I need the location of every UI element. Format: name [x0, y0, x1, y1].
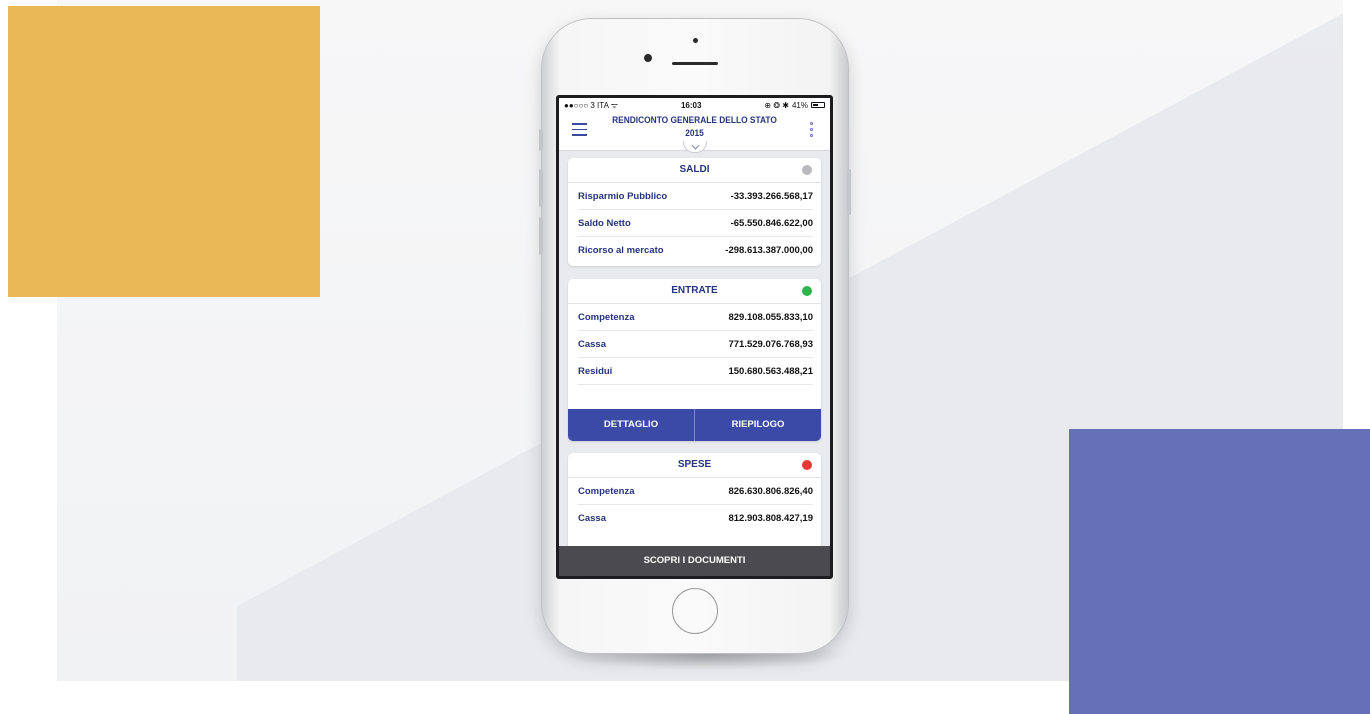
row-value: 829.108.055.833,10	[728, 311, 813, 323]
entrate-title: ENTRATE	[671, 285, 718, 296]
row-value: 826.630.806.826,40	[728, 485, 813, 497]
row-value: 150.680.563.488,21	[728, 365, 813, 377]
row-label: Competenza	[578, 311, 635, 323]
saldi-row-ricorso[interactable]: Ricorso al mercato -298.613.387.000,00	[578, 237, 813, 263]
row-label: Risparmio Pubblico	[578, 190, 668, 202]
row-label: Cassa	[578, 512, 606, 524]
proximity-sensor	[693, 38, 698, 43]
row-label: Cassa	[578, 338, 606, 350]
row-value: -65.550.846.622,00	[730, 217, 813, 229]
spese-status-dot	[802, 460, 812, 470]
entrate-status-dot	[802, 286, 812, 296]
row-value: -33.393.266.568,17	[730, 190, 813, 202]
decorative-blue-square	[1069, 429, 1370, 714]
clock: 16:03	[680, 100, 702, 110]
mute-switch	[539, 129, 543, 151]
riepilogo-button[interactable]: RIEPILOGO	[695, 409, 821, 441]
entrate-button-bar: DETTAGLIO RIEPILOGO	[568, 409, 821, 441]
status-right: ⊕ ❂ ✱ 41%	[764, 101, 825, 110]
saldi-status-dot	[802, 165, 812, 175]
spese-row-cassa[interactable]: Cassa 812.903.808.427,19	[578, 505, 813, 531]
status-bar: ●●○○○ 3 ITA ᯤ 16:03 ⊕ ❂ ✱ 41%	[559, 98, 830, 112]
volume-up-button	[539, 169, 543, 207]
row-label: Saldo Netto	[578, 217, 631, 229]
entrate-row-residui[interactable]: Residui 150.680.563.488,21	[578, 358, 813, 385]
alarm-icon: ⊕ ❂ ✱	[764, 100, 789, 110]
decorative-yellow-square	[8, 6, 320, 297]
row-label: Residui	[578, 365, 613, 377]
phone-screen: ●●○○○ 3 ITA ᯤ 16:03 ⊕ ❂ ✱ 41% RENDICONTO…	[556, 95, 833, 579]
saldi-card-header: SALDI	[568, 158, 821, 183]
row-label: Ricorso al mercato	[578, 244, 664, 256]
dettaglio-button[interactable]: DETTAGLIO	[568, 409, 695, 441]
row-label: Competenza	[578, 485, 635, 497]
content-area: SALDI Risparmio Pubblico -33.393.266.568…	[559, 150, 830, 576]
entrate-card: ENTRATE Competenza 829.108.055.833,10 Ca…	[568, 279, 821, 441]
kebab-icon[interactable]	[810, 122, 814, 140]
scopri-documenti-button[interactable]: SCOPRI I DOCUMENTI	[559, 546, 830, 576]
row-value: 812.903.808.427,19	[728, 512, 813, 524]
row-value: 771.529.076.768,93	[728, 338, 813, 350]
entrate-row-competenza[interactable]: Competenza 829.108.055.833,10	[578, 304, 813, 331]
front-camera	[644, 54, 652, 62]
entrate-row-cassa[interactable]: Cassa 771.529.076.768,93	[578, 331, 813, 358]
page-title-line1: RENDICONTO GENERALE DELLO STATO	[612, 115, 777, 126]
row-value: -298.613.387.000,00	[725, 244, 813, 256]
battery-icon	[810, 102, 825, 108]
spese-title: SPESE	[677, 459, 712, 470]
page-title-year: 2015	[685, 128, 704, 139]
spese-card: SPESE Competenza 826.630.806.826,40 Cass…	[568, 453, 821, 553]
entrate-card-header: ENTRATE	[568, 279, 821, 304]
carrier-label: ●●○○○ 3 ITA ᯤ	[564, 100, 618, 110]
spese-row-competenza[interactable]: Competenza 826.630.806.826,40	[578, 478, 813, 505]
hamburger-icon[interactable]	[572, 123, 587, 136]
power-button	[847, 169, 851, 215]
app-display: ●●○○○ 3 ITA ᯤ 16:03 ⊕ ❂ ✱ 41% RENDICONTO…	[559, 98, 830, 576]
saldi-row-risparmio[interactable]: Risparmio Pubblico -33.393.266.568,17	[578, 183, 813, 210]
saldi-row-saldo-netto[interactable]: Saldo Netto -65.550.846.622,00	[578, 210, 813, 237]
saldi-title: SALDI	[679, 164, 710, 175]
phone-device: ●●○○○ 3 ITA ᯤ 16:03 ⊕ ❂ ✱ 41% RENDICONTO…	[539, 19, 851, 653]
spese-card-header: SPESE	[568, 453, 821, 478]
volume-down-button	[539, 217, 543, 255]
app-header: RENDICONTO GENERALE DELLO STATO 2015	[559, 112, 830, 153]
earpiece-speaker	[672, 62, 718, 65]
saldi-card: SALDI Risparmio Pubblico -33.393.266.568…	[568, 158, 821, 266]
home-button[interactable]	[672, 588, 718, 634]
battery-percent: 41%	[791, 100, 808, 110]
page-title: RENDICONTO GENERALE DELLO STATO 2015	[610, 114, 778, 140]
